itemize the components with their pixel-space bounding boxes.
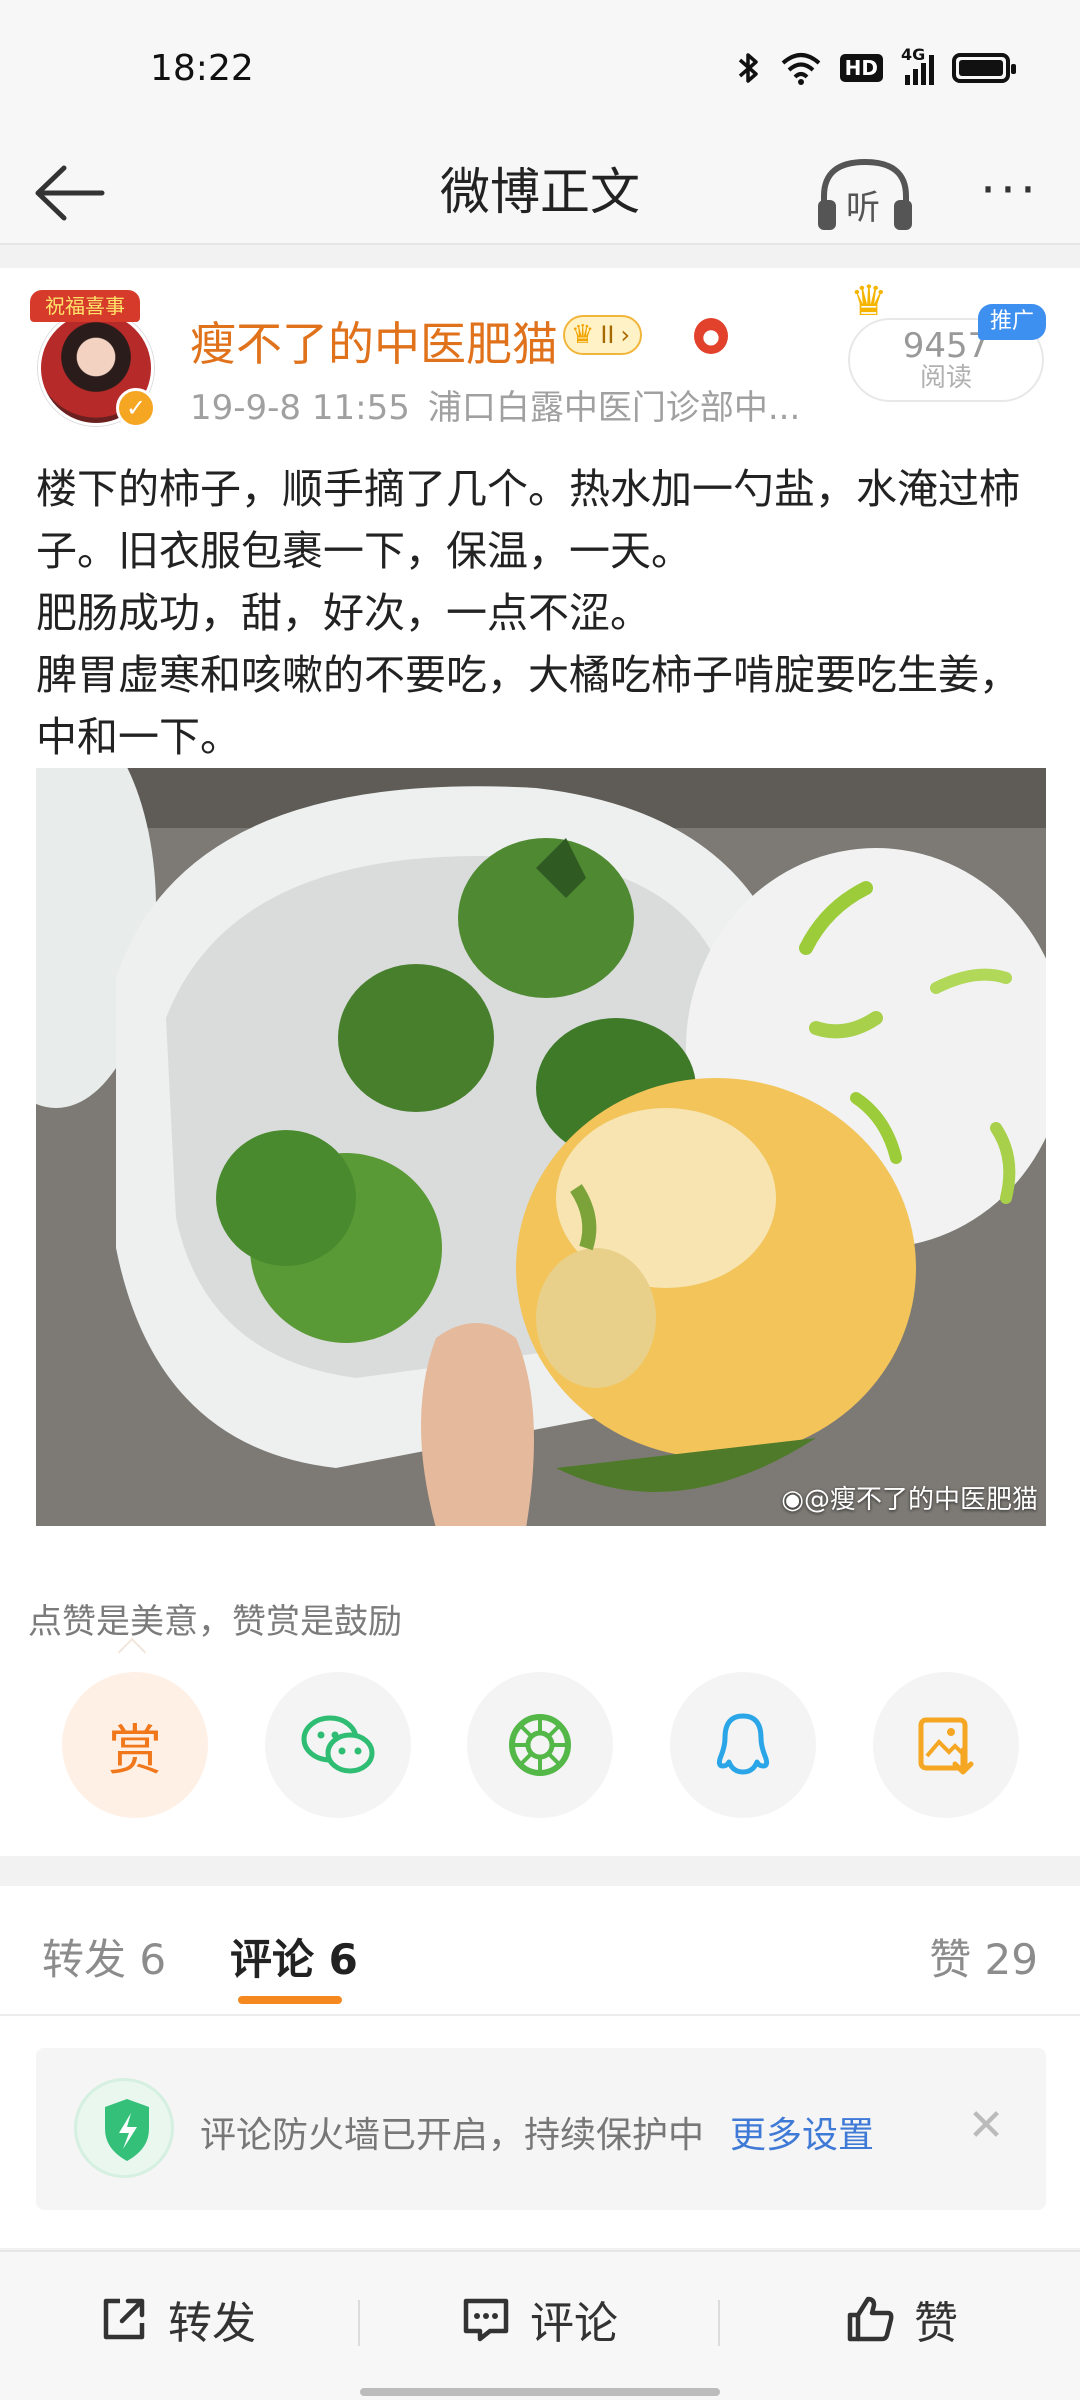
post-text-line: 脾胃虚寒和咳嗽的不要吃，大橘吃柿子啃腚要吃生姜，中和一下。 <box>36 651 1020 761</box>
repost-icon <box>103 2298 145 2340</box>
share-moments-button[interactable] <box>467 1672 613 1818</box>
moments-icon <box>509 1714 571 1776</box>
promo-tag: 推广 <box>978 304 1046 340</box>
hd-icon: HD <box>839 54 883 82</box>
weibo-badge-icon: ● <box>694 318 728 354</box>
comment-button[interactable]: 评论 <box>460 2284 618 2354</box>
thumbs-up-icon <box>847 2296 894 2342</box>
save-image-button[interactable] <box>873 1672 1019 1818</box>
tab-like[interactable]: 赞 29 <box>929 1926 1038 1987</box>
repost-label: 转发 <box>168 2298 256 2349</box>
qq-icon <box>716 1713 770 1775</box>
reward-button[interactable]: 赏 <box>62 1672 208 1818</box>
reward-tip: 点赞是美意，赞赏是鼓励 <box>28 1602 402 1642</box>
shield-icon <box>74 2078 174 2178</box>
comment-label: 评论 <box>530 2298 618 2349</box>
share-qq-button[interactable] <box>670 1672 816 1818</box>
close-icon[interactable]: ✕ <box>956 2096 1016 2156</box>
status-bar: 18:22 HD 4G <box>0 0 1080 140</box>
reward-icon: 赏 <box>108 1718 162 1782</box>
post-photo[interactable]: ◉@瘦不了的中医肥猫 <box>36 768 1046 1526</box>
tab-underline <box>238 1996 342 2004</box>
top-nav-bar: 微博正文 听 ··· <box>0 140 1080 245</box>
crown-icon: ♛ <box>571 320 595 350</box>
home-indicator[interactable] <box>360 2388 720 2396</box>
wifi-icon <box>781 53 820 85</box>
comment-tabs: 转发 6 评论 6 赞 29 <box>0 1886 1080 2016</box>
post-text: 楼下的柿子，顺手摘了几个。热水加一勺盐，水淹过柿子。旧衣服包裹一下，保温，一天。… <box>36 458 1046 768</box>
tab-repost[interactable]: 转发 6 <box>42 1926 166 1987</box>
battery-icon <box>952 53 1016 83</box>
status-time: 18:22 <box>150 48 254 89</box>
wechat-icon <box>301 1715 375 1774</box>
vip-badge[interactable]: ♛ II › <box>563 315 643 355</box>
tab-comment[interactable]: 评论 6 <box>230 1926 358 1987</box>
more-button[interactable]: ··· <box>970 160 1050 230</box>
firewall-notice: 评论防火墙已开启，持续保护中 更多设置 ✕ <box>36 2048 1046 2210</box>
vip-level: II <box>600 321 615 349</box>
listen-label: 听 <box>846 188 880 228</box>
listen-button[interactable]: 听 <box>810 150 920 240</box>
bottom-action-bar: 转发 评论 赞 <box>0 2250 1080 2400</box>
firewall-area: 评论防火墙已开启，持续保护中 更多设置 ✕ <box>0 2016 1080 2248</box>
post-timestamp: 19-9-8 11:55 <box>190 388 410 428</box>
more-dots-icon: ··· <box>980 161 1040 219</box>
firewall-text: 评论防火墙已开启，持续保护中 <box>200 2115 705 2156</box>
read-label: 阅读 <box>919 363 972 393</box>
share-row: 赏 <box>0 1672 1080 1818</box>
verified-icon: ✓ <box>116 388 156 428</box>
post-meta: 19-9-8 11:55 浦口白露中医门诊部中... <box>190 380 800 429</box>
avatar-badge: 祝福喜事 <box>30 290 140 322</box>
status-icons: HD 4G <box>736 45 1016 86</box>
post-location[interactable]: 浦口白露中医门诊部中... <box>428 388 800 428</box>
post-card: 祝福喜事 ✓ 瘦不了的中医肥猫 ♛ II › ● 19-9-8 11:55 浦口白… <box>0 268 1080 1856</box>
save-image-icon <box>918 1717 974 1775</box>
chevron-right-icon: › <box>620 321 631 349</box>
share-wechat-button[interactable] <box>265 1672 411 1818</box>
like-label: 赞 <box>914 2298 958 2349</box>
more-settings-link[interactable]: 更多设置 <box>730 2106 874 2158</box>
username[interactable]: 瘦不了的中医肥猫 <box>190 308 558 374</box>
repost-button[interactable]: 转发 <box>98 2284 256 2354</box>
post-text-line: 肥肠成功，甜，好次，一点不涩。 <box>36 589 651 637</box>
divider <box>718 2300 720 2346</box>
bluetooth-icon <box>738 53 758 83</box>
divider <box>358 2300 360 2346</box>
4g-signal-icon: 4G <box>901 45 934 85</box>
like-button[interactable]: 赞 <box>844 2284 958 2354</box>
persimmon-photo <box>36 768 1046 1526</box>
weibo-logo-icon: ◉ <box>781 1485 804 1515</box>
photo-watermark: ◉@瘦不了的中医肥猫 <box>781 1485 1038 1515</box>
comment-icon <box>463 2298 509 2342</box>
post-text-line: 楼下的柿子，顺手摘了几个。热水加一勺盐，水淹过柿子。旧衣服包裹一下，保温，一天。 <box>36 465 1020 575</box>
